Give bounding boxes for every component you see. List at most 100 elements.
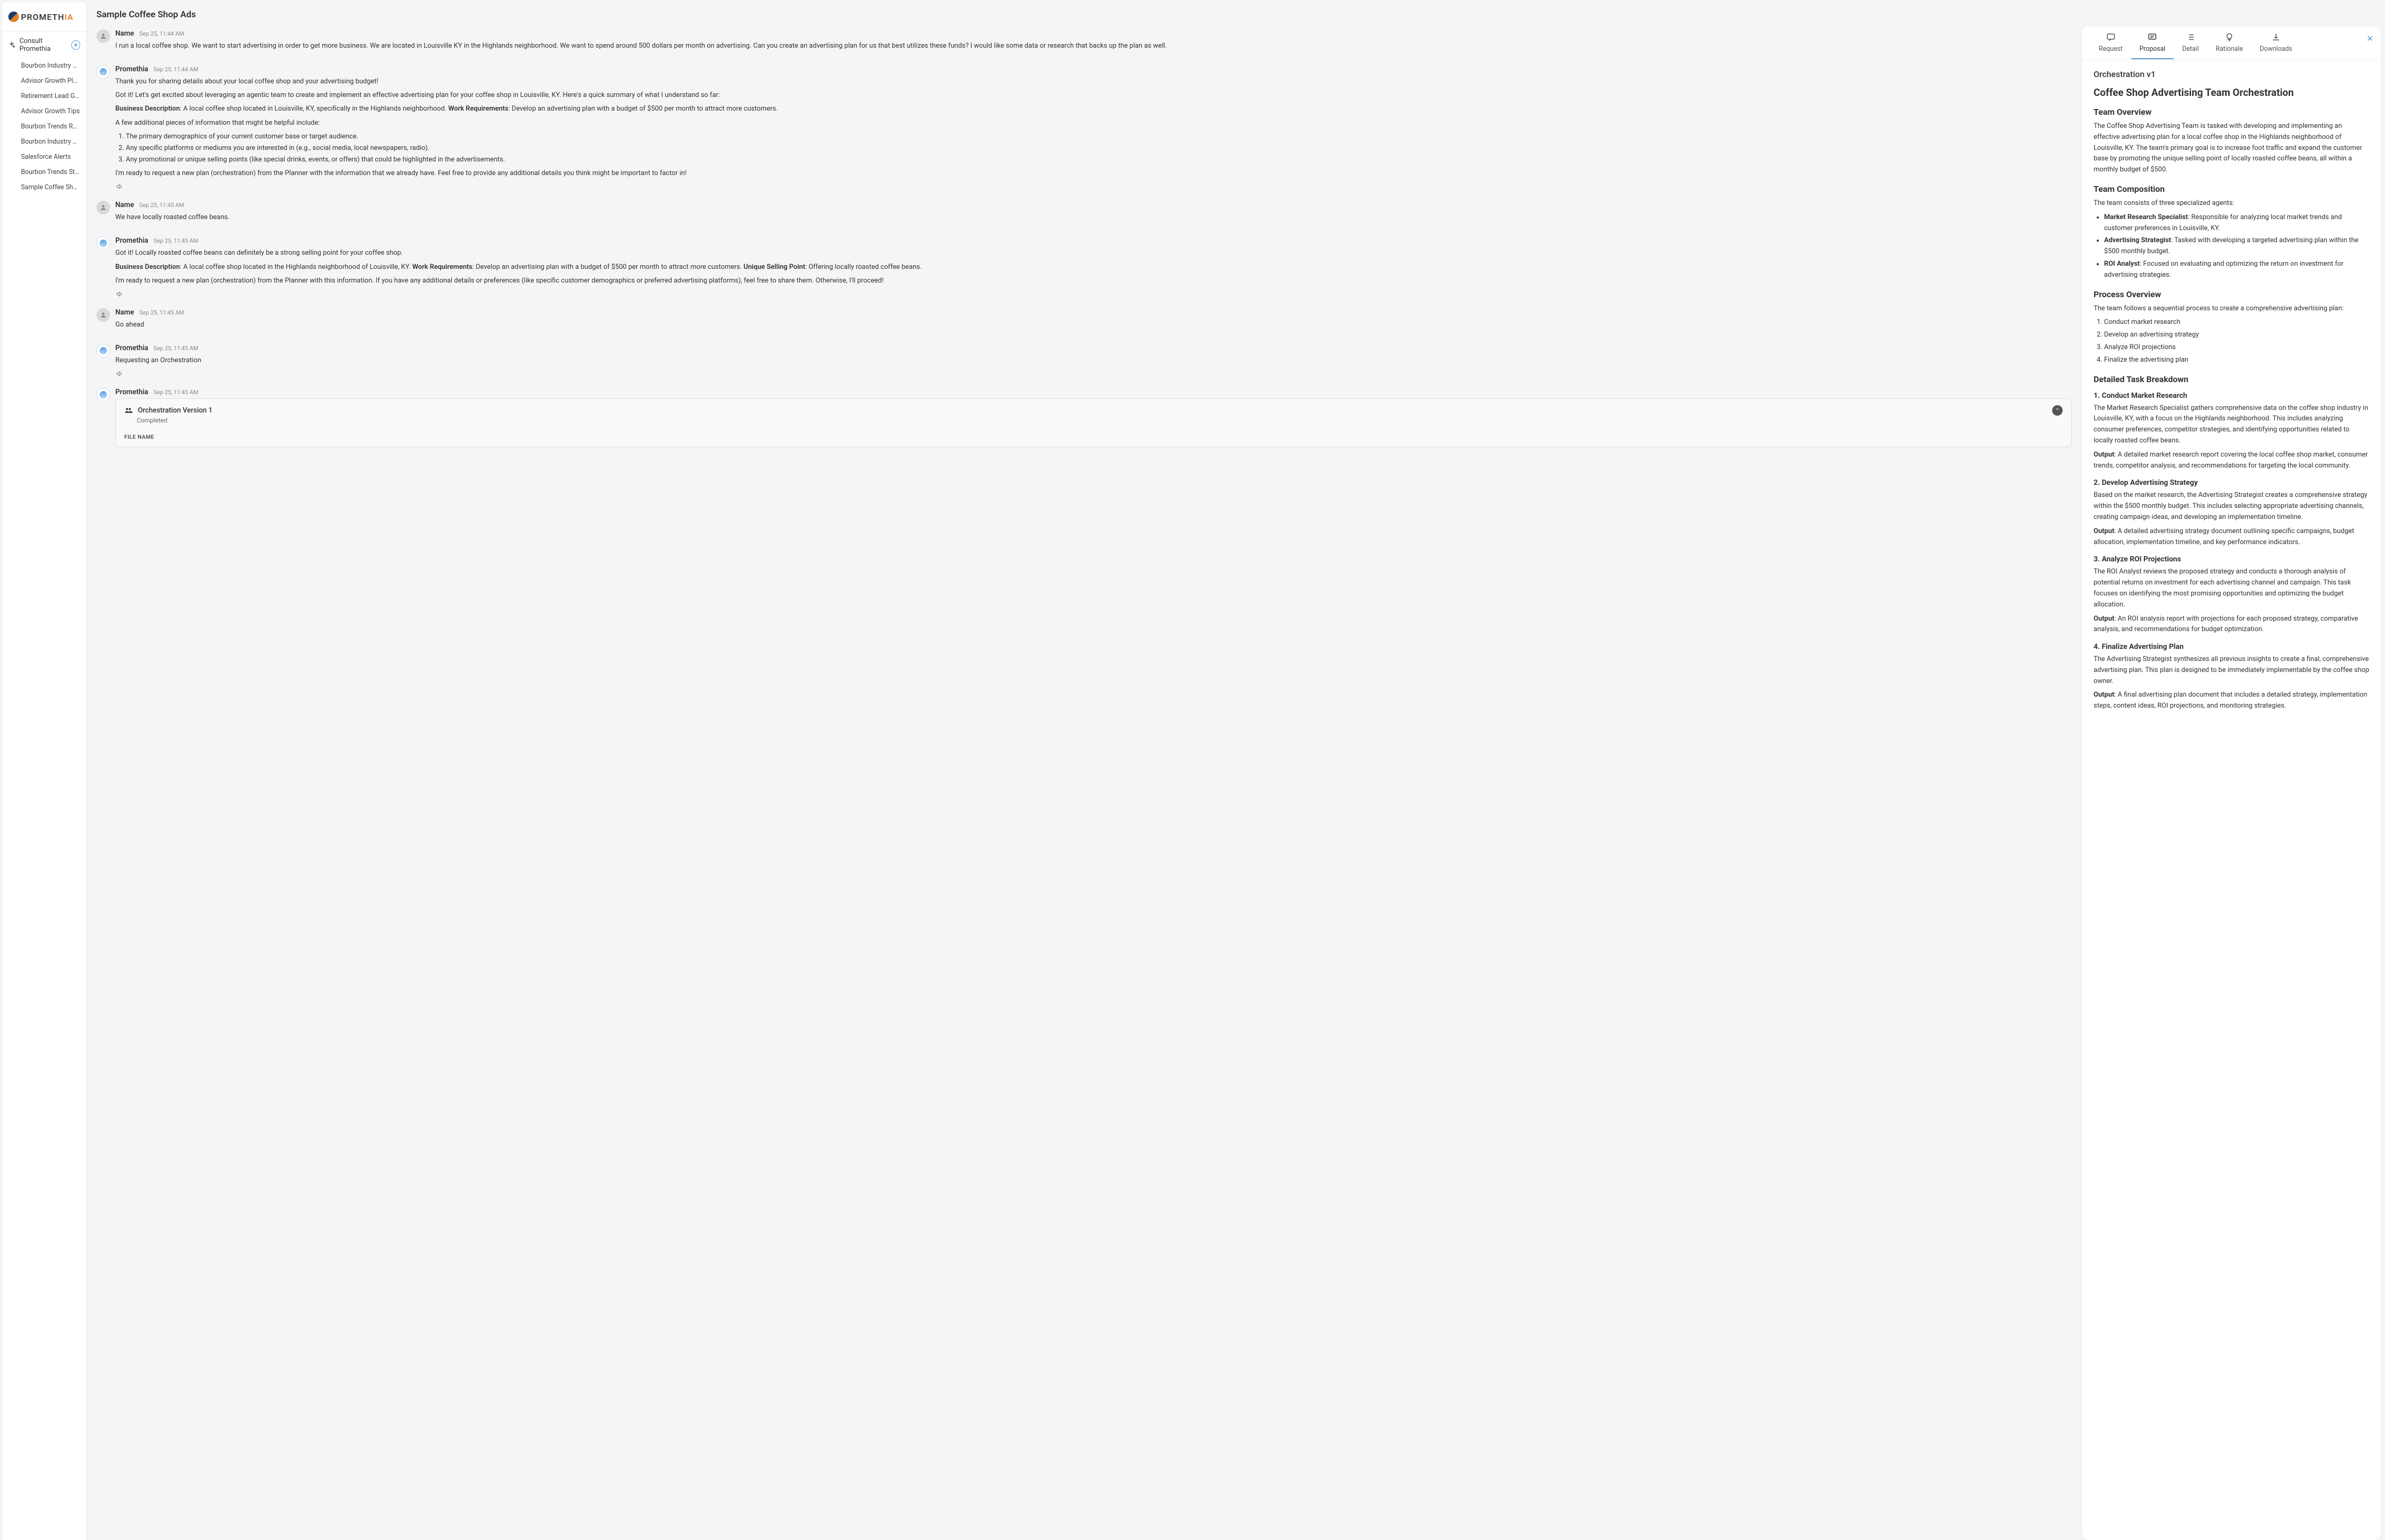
message-text: Got it! Locally roasted coffee beans can… xyxy=(115,248,2072,258)
list-icon xyxy=(2186,32,2195,42)
list-item[interactable]: Salesforce Alerts xyxy=(2,149,86,165)
message-time: Sep 25, 11:45 AM xyxy=(139,202,184,209)
list-item[interactable]: Sample Coffee Sho... xyxy=(2,180,86,195)
logo: PROMETHIA xyxy=(2,2,86,32)
detail-tabs: Request Proposal Detail Rationale Downlo… xyxy=(2082,26,2381,60)
logo-icon xyxy=(8,12,19,22)
message-author: Promethia xyxy=(115,236,148,245)
message-text: I'm ready to request a new plan (orchest… xyxy=(115,276,2072,286)
sidebar: PROMETHIA Consult Promethia + Bourbon In… xyxy=(2,2,87,1540)
detail-title: Coffee Shop Advertising Team Orchestrati… xyxy=(2094,86,2369,99)
message: Promethia Sep 25, 11:44 AM Thank you for … xyxy=(96,65,2072,190)
message-text: Business Description: A local coffee sho… xyxy=(115,104,2072,114)
message: PromethiaSep 25, 11:45 AM Requesting an … xyxy=(96,344,2072,377)
bot-avatar xyxy=(96,236,110,250)
message-time: Sep 25, 11:44 AM xyxy=(139,30,184,37)
message-author: Promethia xyxy=(115,344,148,352)
tab-rationale[interactable]: Rationale xyxy=(2207,32,2251,59)
task-text: Based on the market research, the Advert… xyxy=(2094,490,2369,523)
task-heading: 4. Finalize Advertising Plan xyxy=(2094,643,2369,651)
list-item[interactable]: Bourbon Industry Tr... xyxy=(2,134,86,149)
logo-text: PROMETHIA xyxy=(21,12,73,22)
message-text: I run a local coffee shop. We want to st… xyxy=(115,41,2072,51)
message-time: Sep 25, 11:44 AM xyxy=(154,66,198,73)
message: Promethia Sep 25, 11:45 AM Orchestration … xyxy=(96,388,2072,447)
message-text: A few additional pieces of information t… xyxy=(115,118,2072,128)
message-author: Promethia xyxy=(115,65,148,73)
new-chat-button[interactable]: + xyxy=(71,40,80,50)
section-heading: Team Overview xyxy=(2094,107,2369,117)
orchestration-status: Completed xyxy=(137,417,2063,424)
section-heading: Detailed Task Breakdown xyxy=(2094,374,2369,384)
list-item[interactable]: Advisor Growth Plan xyxy=(2,73,86,89)
detail-panel: Request Proposal Detail Rationale Downlo… xyxy=(2082,26,2381,1540)
list-item[interactable]: Bourbon Industry St... xyxy=(2,58,86,73)
section-heading: Team Composition xyxy=(2094,184,2369,194)
tab-request[interactable]: Request xyxy=(2090,32,2131,59)
message: Promethia Sep 25, 11:45 AM Got it! Locall… xyxy=(96,236,2072,297)
message-text: I'm ready to request a new plan (orchest… xyxy=(115,168,2072,179)
consult-promethia-row[interactable]: Consult Promethia + xyxy=(2,32,86,58)
page-title: Sample Coffee Shop Ads xyxy=(96,9,2072,20)
consult-label: Consult Promethia xyxy=(19,37,71,53)
task-output: Output: A detailed market research repor… xyxy=(2094,450,2369,472)
task-output: Output: A detailed advertising strategy … xyxy=(2094,526,2369,548)
sparkle-icon xyxy=(8,41,15,49)
message-text: Go ahead xyxy=(115,320,2072,330)
user-avatar xyxy=(96,308,110,322)
process-list: Conduct market research Develop an adver… xyxy=(2104,317,2369,365)
detail-body: Orchestration v1 Coffee Shop Advertising… xyxy=(2082,60,2381,1540)
user-avatar xyxy=(96,29,110,43)
proposal-icon xyxy=(2148,32,2157,42)
chat-column: Sample Coffee Shop Ads Name Sep 25, 11:44… xyxy=(87,0,2078,1540)
conversation-list: Bourbon Industry St... Advisor Growth Pl… xyxy=(2,58,86,195)
bot-avatar xyxy=(96,344,110,357)
task-heading: 1. Conduct Market Research xyxy=(2094,392,2369,400)
message-time: Sep 25, 11:45 AM xyxy=(139,309,184,316)
message: Name Sep 25, 11:45 AM We have locally roa… xyxy=(96,201,2072,226)
people-icon xyxy=(124,406,133,415)
message-author: Promethia xyxy=(115,388,148,396)
message: NameSep 25, 11:45 AM Go ahead xyxy=(96,308,2072,333)
speaker-icon[interactable] xyxy=(115,290,124,298)
list-item[interactable]: Bourbon Trends Study xyxy=(2,165,86,180)
task-text: The Market Research Specialist gathers c… xyxy=(2094,403,2369,447)
list-item[interactable]: Retirement Lead Gen xyxy=(2,89,86,104)
task-heading: 3. Analyze ROI Projections xyxy=(2094,555,2369,563)
orchestration-title: Orchestration Version 1 xyxy=(138,406,212,415)
task-output: Output: An ROI analysis report with proj… xyxy=(2094,614,2369,636)
message-author: Name xyxy=(115,29,134,38)
composition-list: Market Research Specialist: Responsible … xyxy=(2104,212,2369,281)
file-name-label: FILE NAME xyxy=(124,433,2063,440)
list-item[interactable]: Advisor Growth Tips xyxy=(2,104,86,119)
task-text: The Advertising Strategist synthesizes a… xyxy=(2094,654,2369,687)
message-time: Sep 25, 11:45 AM xyxy=(154,237,198,244)
bot-avatar xyxy=(96,65,110,79)
task-text: The ROI Analyst reviews the proposed str… xyxy=(2094,567,2369,610)
tab-proposal[interactable]: Proposal xyxy=(2131,32,2174,59)
lightbulb-icon xyxy=(2225,32,2234,42)
message-text: Thank you for sharing details about your… xyxy=(115,77,2072,87)
message-time: Sep 25, 11:45 AM xyxy=(154,345,198,352)
list-item[interactable]: Bourbon Trends Re... xyxy=(2,119,86,134)
download-icon xyxy=(2271,32,2281,42)
message-text: We have locally roasted coffee beans. xyxy=(115,212,2072,223)
section-text: The Coffee Shop Advertising Team is task… xyxy=(2094,121,2369,176)
chat-icon xyxy=(2106,32,2116,42)
user-avatar xyxy=(96,201,110,214)
task-output: Output: A final advertising plan documen… xyxy=(2094,690,2369,712)
tab-downloads[interactable]: Downloads xyxy=(2251,32,2301,59)
close-icon[interactable]: ✕ xyxy=(2367,34,2373,44)
section-text: The team follows a sequential process to… xyxy=(2094,303,2369,314)
bot-avatar xyxy=(96,388,110,402)
orchestration-card[interactable]: Orchestration Version 1 ⌃ Completed FILE… xyxy=(115,398,2072,447)
task-heading: 2. Develop Advertising Strategy xyxy=(2094,479,2369,487)
speaker-icon[interactable] xyxy=(115,370,124,377)
message-time: Sep 25, 11:45 AM xyxy=(154,389,198,396)
message-author: Name xyxy=(115,201,134,209)
speaker-icon[interactable] xyxy=(115,183,124,190)
orchestration-version: Orchestration v1 xyxy=(2094,69,2369,79)
collapse-icon[interactable]: ⌃ xyxy=(2052,405,2063,416)
message: Name Sep 25, 11:44 AM I run a local coffe… xyxy=(96,29,2072,55)
tab-detail[interactable]: Detail xyxy=(2174,32,2207,59)
